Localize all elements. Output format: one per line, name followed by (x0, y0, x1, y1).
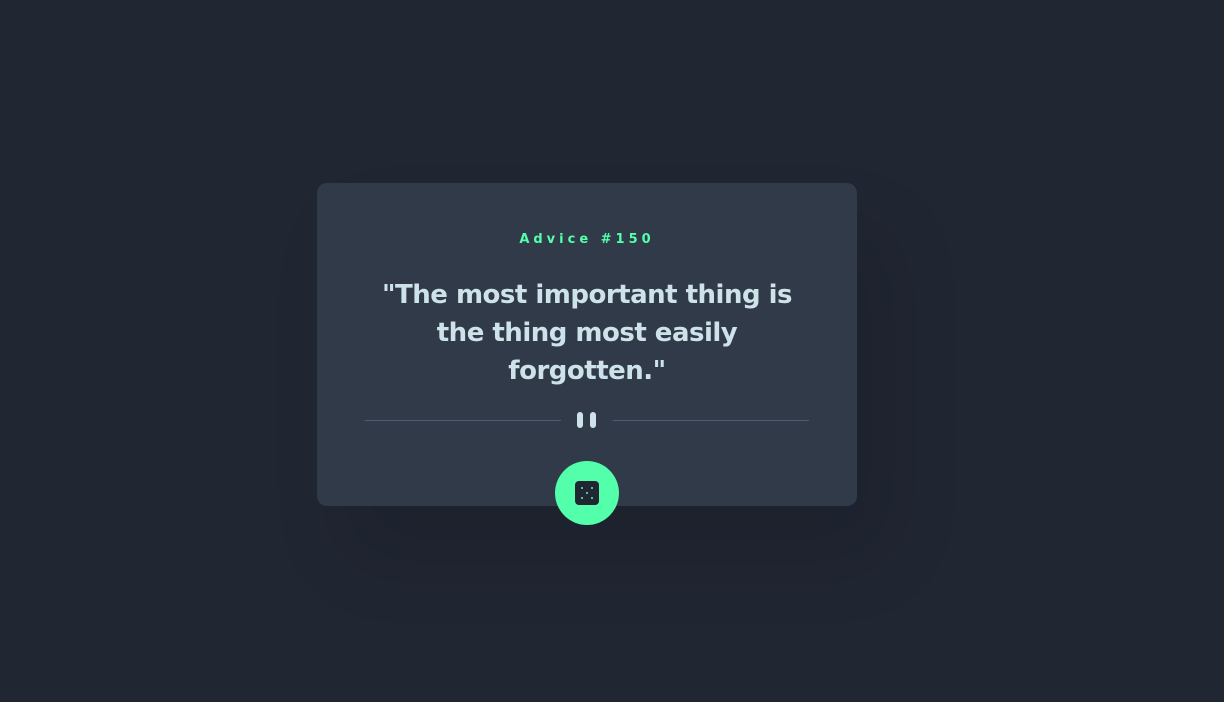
pattern-divider (365, 411, 809, 431)
dice-icon (575, 481, 599, 505)
pause-icon (576, 412, 598, 429)
advice-number: Advice #150 (519, 232, 655, 247)
advice-quote: "The most important thing is the thing m… (381, 280, 793, 386)
new-advice-button[interactable] (555, 461, 619, 525)
advice-card: Advice #150 "The most important thing is… (317, 183, 857, 506)
divider-line-right (613, 420, 809, 421)
divider-line-left (365, 420, 561, 421)
